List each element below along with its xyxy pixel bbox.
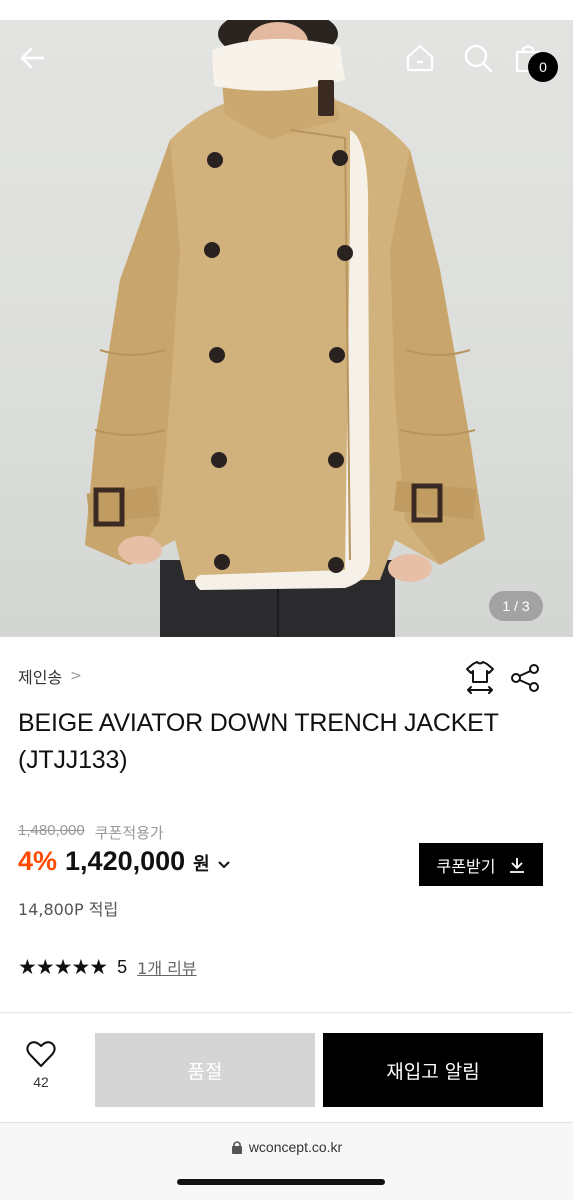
share-icon[interactable]: [510, 663, 540, 693]
download-icon: [510, 857, 525, 873]
coupon-price-note: 쿠폰적용가: [94, 825, 164, 842]
like-button[interactable]: 42: [14, 1040, 68, 1100]
size-guide-icon[interactable]: [464, 660, 496, 696]
sale-price: 1,420,000: [65, 846, 186, 876]
cart-count-badge: 0: [528, 52, 558, 82]
star-rating-icon: ★★★★★: [18, 955, 108, 979]
gallery-page-indicator: 1 / 3: [489, 591, 543, 621]
review-count-link[interactable]: 1개 리뷰: [137, 955, 196, 979]
currency-label: 원: [193, 854, 210, 874]
search-button[interactable]: [460, 40, 496, 76]
lock-icon: [231, 1141, 242, 1154]
search-icon: [464, 44, 493, 73]
brand-link[interactable]: 제인송 >: [18, 664, 82, 688]
arrow-left-icon: [20, 47, 45, 69]
original-price: 1,480,000: [18, 822, 85, 839]
soldout-button: 품절: [95, 1033, 315, 1107]
chevron-right-icon: >: [70, 668, 82, 684]
browser-url-bar[interactable]: wconcept.co.kr: [0, 1122, 573, 1200]
home-indicator[interactable]: [177, 1179, 385, 1185]
discount-rate: 4%: [18, 846, 58, 876]
coupon-download-button[interactable]: 쿠폰받기: [419, 843, 543, 886]
section-divider: [0, 1012, 573, 1013]
price-row[interactable]: 4% 1,420,000 원: [18, 846, 230, 877]
chevron-down-icon: [218, 861, 230, 869]
original-price-row: 1,480,000 쿠폰적용가: [18, 822, 164, 843]
home-icon: [406, 44, 434, 72]
product-title-line1: BEIGE AVIATOR DOWN TRENCH JACKET: [18, 709, 499, 737]
product-title: BEIGE AVIATOR DOWN TRENCH JACKET (JTJJ13…: [18, 705, 548, 779]
product-image-gallery[interactable]: [0, 20, 573, 637]
product-photo: [85, 20, 485, 637]
coupon-button-label: 쿠폰받기: [436, 856, 496, 876]
like-count: 42: [33, 1074, 49, 1090]
rating-value: 5: [117, 956, 128, 977]
reward-points: 14,800P 적립: [18, 900, 119, 919]
brand-name: 제인송: [18, 668, 63, 687]
status-strip: [0, 0, 573, 20]
url-text: wconcept.co.kr: [248, 1139, 343, 1155]
heart-icon: [26, 1041, 56, 1067]
rating-row: ★★★★★ 5 1개 리뷰: [18, 955, 197, 979]
back-button[interactable]: [14, 40, 50, 76]
product-title-line2: (JTJJ133): [18, 746, 128, 774]
url-display[interactable]: wconcept.co.kr: [0, 1139, 573, 1155]
restock-alert-button[interactable]: 재입고 알림: [323, 1033, 543, 1107]
home-button[interactable]: [402, 40, 438, 76]
